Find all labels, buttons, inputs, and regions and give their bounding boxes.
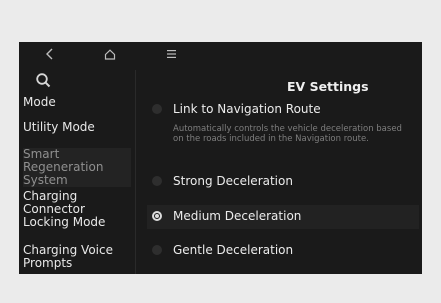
option-link-to-navigation-route[interactable]: Link to Navigation Route	[147, 98, 419, 122]
sidebar-item-utility-mode[interactable]: Utility Mode	[23, 121, 131, 134]
search-button[interactable]	[35, 72, 53, 90]
menu-icon	[166, 50, 176, 58]
menu-button[interactable]	[163, 45, 179, 63]
option-medium-deceleration[interactable]: Medium Deceleration	[147, 205, 419, 229]
back-button[interactable]	[40, 45, 60, 63]
radio-icon	[152, 104, 162, 114]
sidebar-item-charging-voice-prompts[interactable]: Charging Voice Prompts	[23, 244, 131, 270]
home-button[interactable]	[101, 45, 119, 63]
chevron-left-icon	[46, 48, 53, 60]
sidebar-item-smart-regeneration-system[interactable]: Smart Regeneration System	[23, 148, 131, 187]
top-bar	[19, 42, 422, 66]
page-title: EV Settings	[287, 79, 369, 94]
sidebar-item-charging-connector-locking-mode[interactable]: Charging Connector Locking Mode	[23, 190, 131, 229]
radio-icon	[152, 176, 162, 186]
option-label: Gentle Deceleration	[173, 243, 294, 257]
option-label: Medium Deceleration	[173, 209, 302, 223]
settings-panel: EV Settings Link to Navigation Route Aut…	[143, 66, 422, 274]
sidebar-divider	[135, 70, 136, 274]
radio-selected-icon	[152, 211, 162, 221]
sidebar-item-mode[interactable]: Mode	[23, 96, 131, 109]
settings-sidebar: Mode Utility Mode Smart Regeneration Sys…	[19, 66, 135, 274]
option-strong-deceleration[interactable]: Strong Deceleration	[147, 170, 419, 194]
infotainment-screen: Mode Utility Mode Smart Regeneration Sys…	[19, 42, 422, 274]
radio-icon	[152, 245, 162, 255]
search-icon	[36, 73, 51, 88]
home-icon	[104, 48, 116, 60]
option-label: Link to Navigation Route	[173, 102, 321, 116]
option-gentle-deceleration[interactable]: Gentle Deceleration	[147, 239, 419, 263]
option-description: Automatically controls the vehicle decel…	[173, 124, 402, 144]
option-label: Strong Deceleration	[173, 174, 293, 188]
